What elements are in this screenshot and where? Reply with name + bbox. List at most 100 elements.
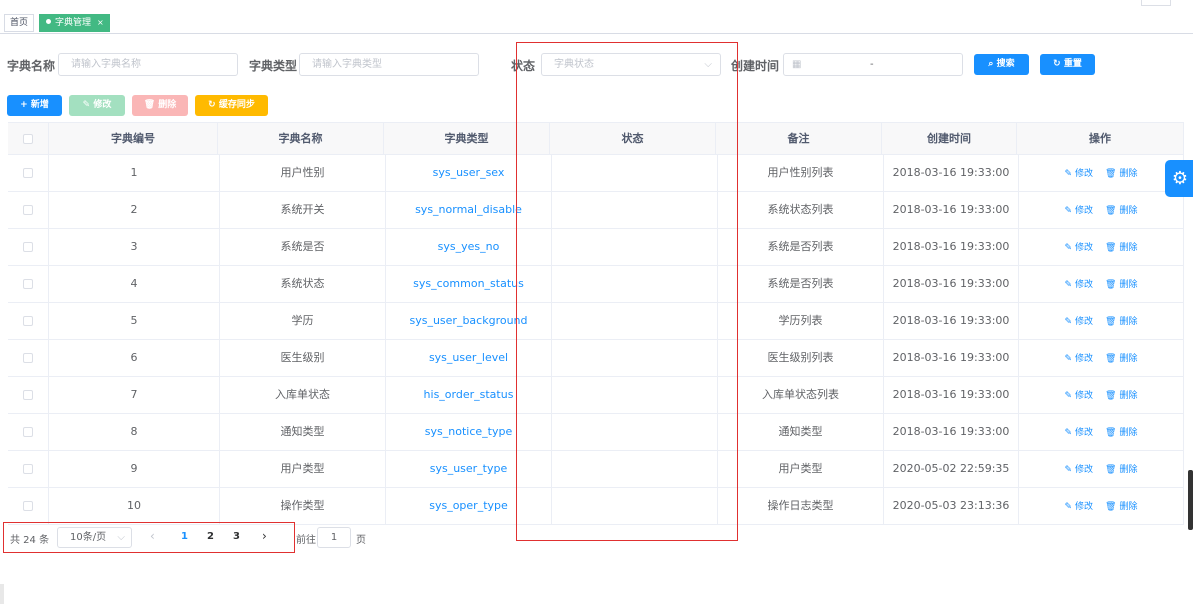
cell-create-time: 2018-03-16 19:33:00 — [884, 414, 1019, 450]
row-select-cell[interactable] — [8, 303, 49, 339]
header-dict-id[interactable]: 字典编号 — [49, 123, 218, 155]
select-all-checkbox[interactable] — [23, 134, 33, 144]
trash-icon: 🗑 — [1105, 502, 1117, 512]
trash-icon: 🗑 — [1105, 206, 1117, 216]
row-checkbox[interactable] — [23, 168, 33, 178]
row-delete-button[interactable]: 🗑 删除 — [1105, 489, 1137, 525]
row-delete-button[interactable]: 🗑 删除 — [1105, 304, 1137, 340]
row-select-cell[interactable] — [8, 340, 49, 376]
cell-dict-id: 10 — [49, 488, 220, 524]
delete-button[interactable]: 🗑 删除 — [132, 95, 188, 116]
cell-dict-id: 6 — [49, 340, 220, 376]
cell-create-time: 2018-03-16 19:33:00 — [884, 155, 1019, 191]
cell-actions: ✎ 修改 🗑 删除 — [1019, 266, 1184, 302]
row-select-cell[interactable] — [8, 451, 49, 487]
row-delete-button[interactable]: 🗑 删除 — [1105, 267, 1137, 303]
row-edit-button[interactable]: ✎ 修改 — [1064, 341, 1093, 377]
row-edit-button[interactable]: ✎ 修改 — [1064, 452, 1093, 488]
row-select-cell[interactable] — [8, 488, 49, 524]
row-edit-label: 修改 — [1075, 317, 1094, 327]
cell-create-time: 2020-05-02 22:59:35 — [884, 451, 1019, 487]
scrollbar-thumb[interactable] — [1188, 470, 1193, 530]
row-edit-button[interactable]: ✎ 修改 — [1064, 193, 1093, 229]
cell-dict-name: 通知类型 — [220, 414, 386, 450]
cell-actions: ✎ 修改 🗑 删除 — [1019, 303, 1184, 339]
row-delete-button[interactable]: 🗑 删除 — [1105, 378, 1137, 414]
row-edit-button[interactable]: ✎ 修改 — [1064, 156, 1093, 192]
edit-icon: ✎ — [1064, 502, 1073, 512]
row-select-cell[interactable] — [8, 377, 49, 413]
edit-icon: ✎ — [1064, 243, 1073, 253]
edit-icon: ✎ — [1064, 317, 1073, 327]
header-dict-name[interactable]: 字典名称 — [218, 123, 384, 155]
tag-home[interactable]: 首页 — [4, 14, 35, 32]
row-edit-label: 修改 — [1075, 169, 1094, 179]
row-edit-button[interactable]: ✎ 修改 — [1064, 267, 1093, 303]
select-all-cell[interactable] — [8, 123, 49, 155]
row-delete-button[interactable]: 🗑 删除 — [1105, 193, 1137, 229]
row-delete-button[interactable]: 🗑 删除 — [1105, 452, 1137, 488]
row-checkbox[interactable] — [23, 205, 33, 215]
reset-button[interactable]: ↻ 重置 — [1040, 54, 1095, 75]
add-button[interactable]: + 新增 — [7, 95, 62, 116]
row-checkbox[interactable] — [23, 501, 33, 511]
header-create-time[interactable]: 创建时间 — [882, 123, 1017, 155]
row-delete-button[interactable]: 🗑 删除 — [1105, 341, 1137, 377]
row-edit-label: 修改 — [1075, 243, 1094, 253]
trash-icon: 🗑 — [1105, 317, 1117, 327]
row-delete-button[interactable]: 🗑 删除 — [1105, 230, 1137, 266]
row-checkbox[interactable] — [23, 464, 33, 474]
dict-type-input[interactable]: 请输入字典类型 — [299, 53, 479, 76]
cell-create-time: 2018-03-16 19:33:00 — [884, 266, 1019, 302]
row-delete-button[interactable]: 🗑 删除 — [1105, 156, 1137, 192]
trash-icon: 🗑 — [143, 100, 159, 110]
cell-actions: ✎ 修改 🗑 删除 — [1019, 488, 1184, 524]
trash-icon: 🗑 — [1105, 280, 1117, 290]
cell-remark: 系统是否列表 — [718, 266, 884, 302]
row-select-cell[interactable] — [8, 266, 49, 302]
row-edit-button[interactable]: ✎ 修改 — [1064, 489, 1093, 525]
row-checkbox[interactable] — [23, 316, 33, 326]
pagination-highlight — [3, 522, 295, 553]
plus-icon: + — [20, 100, 31, 110]
date-range-picker[interactable]: ▦ - — [783, 53, 963, 76]
cell-actions: ✎ 修改 🗑 删除 — [1019, 229, 1184, 265]
cell-dict-id: 5 — [49, 303, 220, 339]
calendar-icon: ▦ — [792, 59, 802, 70]
settings-gear-icon[interactable]: ⚙ — [1165, 160, 1193, 197]
cell-dict-name: 系统开关 — [220, 192, 386, 228]
row-edit-button[interactable]: ✎ 修改 — [1064, 415, 1093, 451]
row-delete-label: 删除 — [1119, 502, 1138, 512]
row-checkbox[interactable] — [23, 242, 33, 252]
search-button[interactable]: ⌕ 搜索 — [974, 54, 1029, 75]
row-select-cell[interactable] — [8, 192, 49, 228]
tag-dict-management[interactable]: 字典管理 × — [39, 14, 110, 32]
row-edit-button[interactable]: ✎ 修改 — [1064, 304, 1093, 340]
header-remark[interactable]: 备注 — [716, 123, 882, 155]
row-checkbox[interactable] — [23, 353, 33, 363]
row-edit-label: 修改 — [1075, 465, 1094, 475]
row-select-cell[interactable] — [8, 414, 49, 450]
delete-button-label: 删除 — [158, 100, 177, 110]
row-checkbox[interactable] — [23, 390, 33, 400]
goto-page-input[interactable]: 1 — [317, 527, 351, 548]
cell-dict-id: 9 — [49, 451, 220, 487]
row-delete-label: 删除 — [1119, 317, 1138, 327]
cell-dict-id: 8 — [49, 414, 220, 450]
row-select-cell[interactable] — [8, 229, 49, 265]
row-delete-button[interactable]: 🗑 删除 — [1105, 415, 1137, 451]
close-icon[interactable]: × — [97, 18, 104, 27]
cell-actions: ✎ 修改 🗑 删除 — [1019, 340, 1184, 376]
cache-sync-button[interactable]: ↻ 缓存同步 — [195, 95, 268, 116]
cell-dict-id: 2 — [49, 192, 220, 228]
row-edit-button[interactable]: ✎ 修改 — [1064, 230, 1093, 266]
row-edit-button[interactable]: ✎ 修改 — [1064, 378, 1093, 414]
dict-type-label: 字典类型 — [249, 59, 298, 73]
row-checkbox[interactable] — [23, 427, 33, 437]
row-checkbox[interactable] — [23, 279, 33, 289]
edit-button[interactable]: ✎ 修改 — [69, 95, 125, 116]
cell-actions: ✎ 修改 🗑 删除 — [1019, 377, 1184, 413]
row-select-cell[interactable] — [8, 155, 49, 191]
dict-name-input[interactable]: 请输入字典名称 — [58, 53, 238, 76]
cell-dict-name: 用户类型 — [220, 451, 386, 487]
